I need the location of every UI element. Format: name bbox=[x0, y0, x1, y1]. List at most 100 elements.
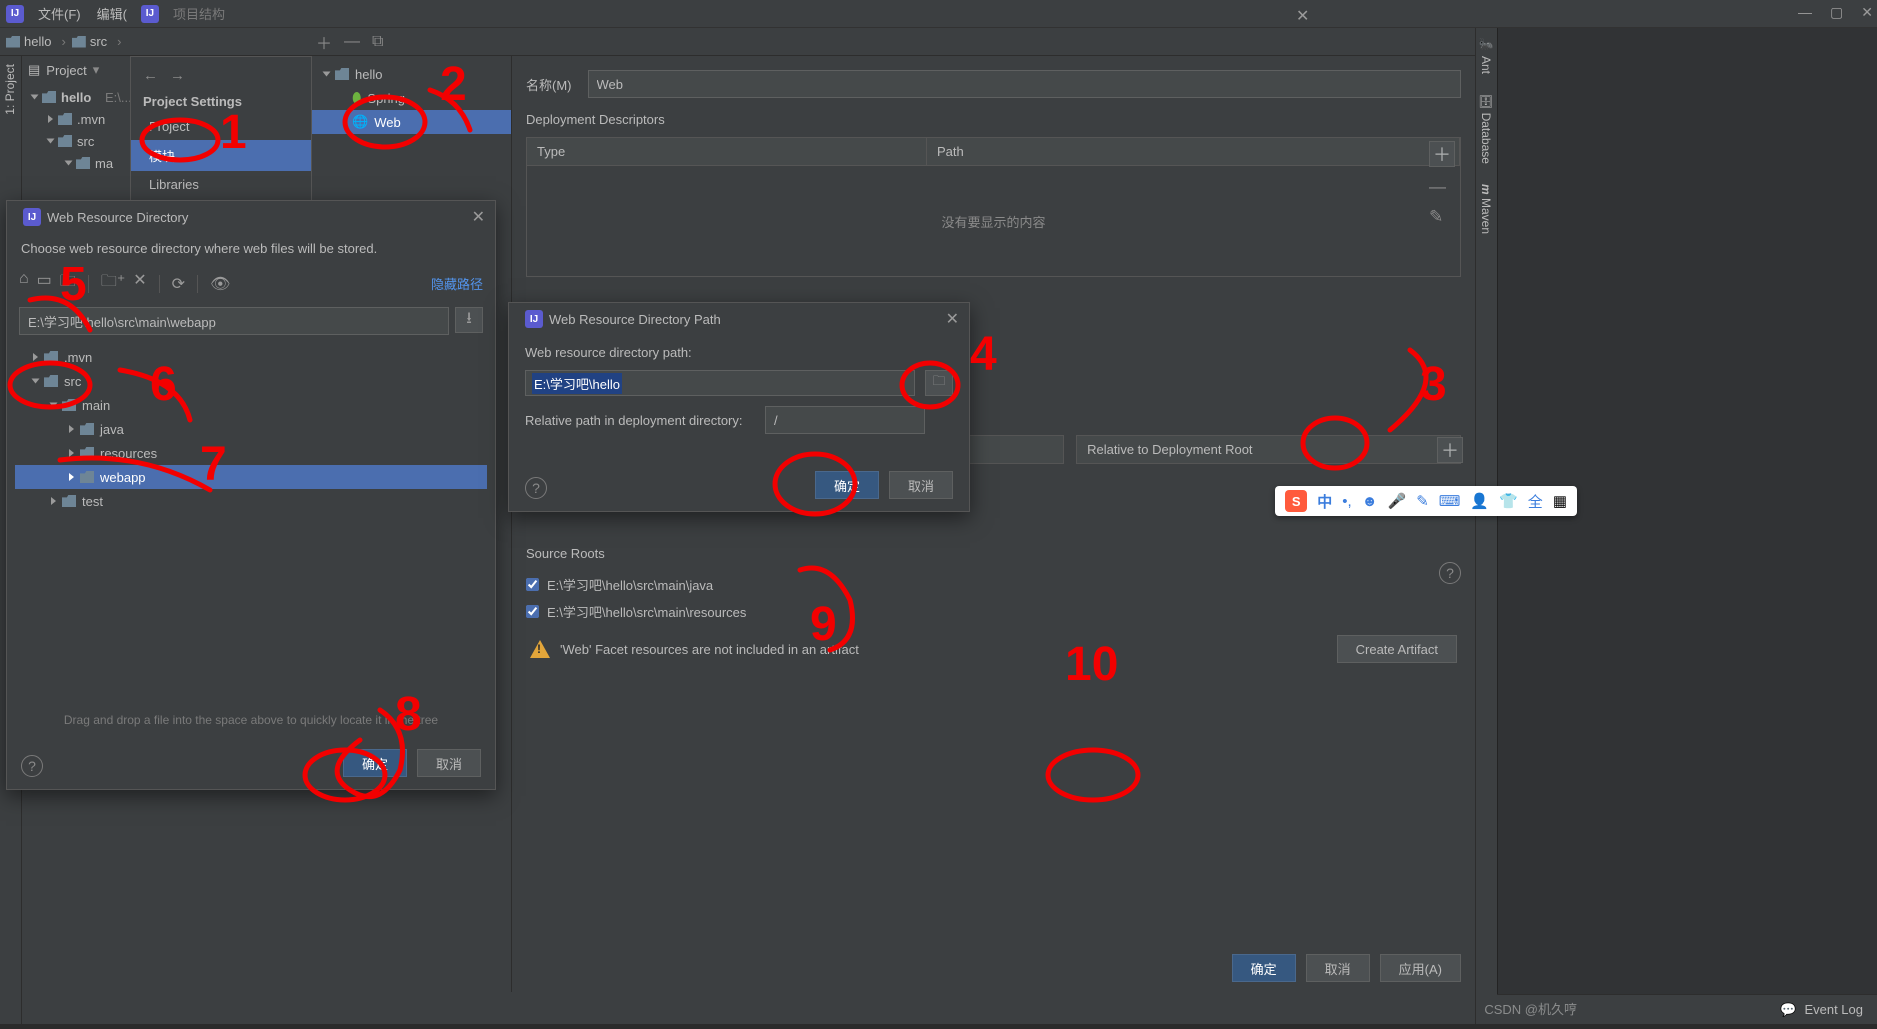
delete-icon[interactable]: ✕ bbox=[133, 270, 146, 297]
event-log-link[interactable]: Event Log bbox=[1804, 1002, 1863, 1017]
breadcrumb[interactable]: hello bbox=[0, 34, 57, 49]
source-root-checkbox[interactable] bbox=[526, 605, 539, 618]
chevron-right-icon bbox=[57, 34, 65, 49]
ime-keyboard-icon[interactable]: ⌨ bbox=[1439, 492, 1461, 510]
ime-handwrite-icon[interactable]: ✎ bbox=[1416, 492, 1429, 510]
home-icon[interactable]: ⌂ bbox=[19, 270, 29, 297]
event-log-icon[interactable]: 💬 bbox=[1780, 1002, 1796, 1018]
history-icon[interactable]: ⭳ bbox=[455, 307, 483, 333]
project-root-icon[interactable]: 🗀 bbox=[60, 270, 76, 297]
browse-icon[interactable]: 🗀 bbox=[925, 370, 953, 396]
expand-icon[interactable] bbox=[323, 72, 331, 77]
expand-icon[interactable] bbox=[69, 425, 74, 433]
ime-voice-icon[interactable]: 🎤 bbox=[1388, 492, 1407, 510]
ftree-resources[interactable]: resources bbox=[100, 446, 157, 461]
ftree-mvn[interactable]: .mvn bbox=[64, 350, 92, 365]
ime-punct-icon[interactable]: •, bbox=[1342, 493, 1351, 510]
ime-profile-icon[interactable]: 👤 bbox=[1470, 492, 1489, 510]
folder-icon bbox=[6, 36, 20, 48]
copy-icon[interactable]: ⧉ bbox=[372, 33, 383, 51]
expand-icon[interactable] bbox=[31, 95, 39, 100]
structure-apply-button[interactable]: 应用(A) bbox=[1380, 954, 1461, 982]
wrdp-path-input[interactable]: E:\学习吧\hello bbox=[525, 370, 915, 396]
expand-icon[interactable] bbox=[51, 497, 56, 505]
ime-menu-icon[interactable]: ▦ bbox=[1553, 492, 1567, 510]
maximize-icon[interactable]: ▢ bbox=[1830, 4, 1843, 21]
webres-add-button[interactable]: ＋ bbox=[1437, 437, 1463, 463]
tab-project[interactable]: 1: Project bbox=[0, 56, 20, 123]
create-artifact-button[interactable]: Create Artifact bbox=[1337, 635, 1457, 663]
settings-header: Project Settings bbox=[131, 90, 311, 113]
settings-libraries[interactable]: Libraries bbox=[131, 171, 311, 198]
close-icon[interactable]: ✕ bbox=[946, 309, 959, 329]
folder-icon bbox=[72, 36, 86, 48]
expand-icon[interactable] bbox=[69, 449, 74, 457]
close-icon[interactable]: ✕ bbox=[1296, 6, 1309, 26]
refresh-icon[interactable]: ⟳ bbox=[172, 274, 185, 294]
ime-lang[interactable]: 中 bbox=[1317, 491, 1332, 512]
close-icon[interactable]: ✕ bbox=[472, 207, 485, 227]
facet-web[interactable]: Web bbox=[374, 115, 401, 130]
wrd-ok-button[interactable]: 确定 bbox=[343, 749, 407, 777]
add-icon[interactable]: ＋ bbox=[316, 30, 332, 54]
close-icon[interactable]: ✕ bbox=[1861, 4, 1873, 21]
ime-emoji-icon[interactable]: ☻ bbox=[1362, 493, 1378, 510]
facet-spring[interactable]: Spring bbox=[367, 91, 405, 106]
settings-project[interactable]: Project bbox=[131, 113, 311, 140]
help-icon[interactable]: ? bbox=[21, 755, 43, 777]
expand-icon[interactable] bbox=[69, 473, 74, 481]
expand-icon[interactable] bbox=[48, 115, 53, 123]
ftree-test[interactable]: test bbox=[82, 494, 103, 509]
expand-icon[interactable] bbox=[32, 379, 40, 384]
structure-ok-button[interactable]: 确定 bbox=[1232, 954, 1296, 982]
help-icon[interactable]: ? bbox=[1439, 562, 1461, 584]
tree-ma[interactable]: ma bbox=[95, 156, 113, 171]
back-icon[interactable]: ← bbox=[143, 67, 158, 84]
structure-cancel-button[interactable]: 取消 bbox=[1306, 954, 1370, 982]
dd-add-button[interactable]: ＋ bbox=[1429, 141, 1455, 167]
dd-edit-button[interactable]: ✎ bbox=[1429, 207, 1455, 227]
menu-file[interactable]: 文件(F) bbox=[30, 0, 89, 27]
folder-icon bbox=[58, 113, 72, 125]
facet-name-input[interactable] bbox=[588, 70, 1462, 98]
ime-full-icon[interactable]: 全 bbox=[1528, 491, 1543, 512]
tree-root[interactable]: hello bbox=[61, 90, 91, 105]
minimize-icon[interactable]: — bbox=[1798, 4, 1812, 21]
project-view-label[interactable]: Project bbox=[46, 63, 86, 78]
tab-database[interactable]: 🗄 Database bbox=[1476, 84, 1496, 174]
hide-path-link[interactable]: 隐藏路径 bbox=[431, 274, 483, 293]
tree-mvn[interactable]: .mvn bbox=[77, 112, 105, 127]
tab-ant[interactable]: 🐜 Ant bbox=[1476, 28, 1496, 84]
dd-remove-button[interactable]: — bbox=[1429, 177, 1455, 197]
tree-src[interactable]: src bbox=[77, 134, 94, 149]
expand-icon[interactable] bbox=[47, 139, 55, 144]
wrdp-rel-input[interactable] bbox=[765, 406, 925, 434]
wrdp-cancel-button[interactable]: 取消 bbox=[889, 471, 953, 499]
wrd-path-input[interactable] bbox=[19, 307, 449, 335]
ftree-main[interactable]: main bbox=[82, 398, 110, 413]
menu-edit[interactable]: 编辑( bbox=[89, 0, 135, 27]
ftree-webapp[interactable]: webapp bbox=[100, 470, 146, 485]
ime-skin-icon[interactable]: 👕 bbox=[1499, 492, 1518, 510]
desktop-icon[interactable]: ▭ bbox=[37, 270, 52, 297]
ftree-java[interactable]: java bbox=[100, 422, 124, 437]
ftree-src[interactable]: src bbox=[64, 374, 81, 389]
wrdp-ok-button[interactable]: 确定 bbox=[815, 471, 879, 499]
new-folder-icon[interactable]: 🗀⁺ bbox=[101, 270, 125, 297]
help-icon[interactable]: ? bbox=[525, 477, 547, 499]
show-hidden-icon[interactable]: 👁 bbox=[210, 274, 230, 294]
chevron-down-icon[interactable]: ▾ bbox=[93, 62, 100, 78]
tab-maven[interactable]: m Maven bbox=[1476, 174, 1496, 244]
wrd-cancel-button[interactable]: 取消 bbox=[417, 749, 481, 777]
expand-icon[interactable] bbox=[50, 403, 58, 408]
expand-icon[interactable] bbox=[33, 353, 38, 361]
window-controls: — ▢ ✕ bbox=[1798, 4, 1873, 21]
folder-icon bbox=[80, 447, 94, 459]
source-root-checkbox[interactable] bbox=[526, 578, 539, 591]
module-hello[interactable]: hello bbox=[355, 67, 382, 82]
remove-icon[interactable]: — bbox=[344, 33, 360, 51]
settings-modules[interactable]: 模块 bbox=[131, 140, 311, 171]
breadcrumb[interactable]: src bbox=[66, 34, 113, 49]
expand-icon[interactable] bbox=[65, 161, 73, 166]
sogou-icon[interactable]: S bbox=[1285, 490, 1307, 512]
